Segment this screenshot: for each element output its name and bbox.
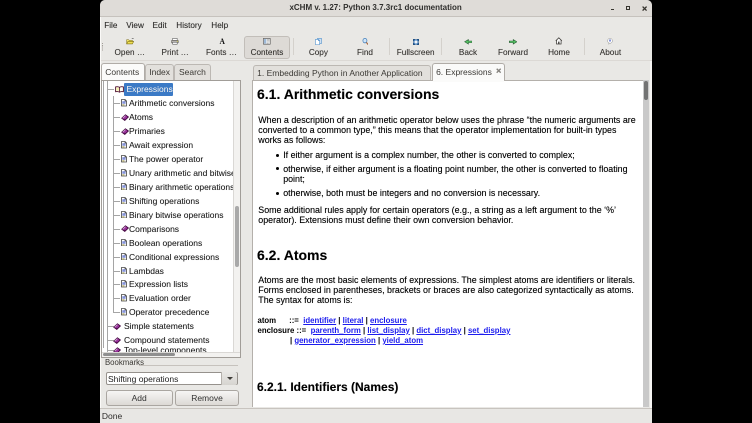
svg-text:A: A	[220, 37, 226, 44]
